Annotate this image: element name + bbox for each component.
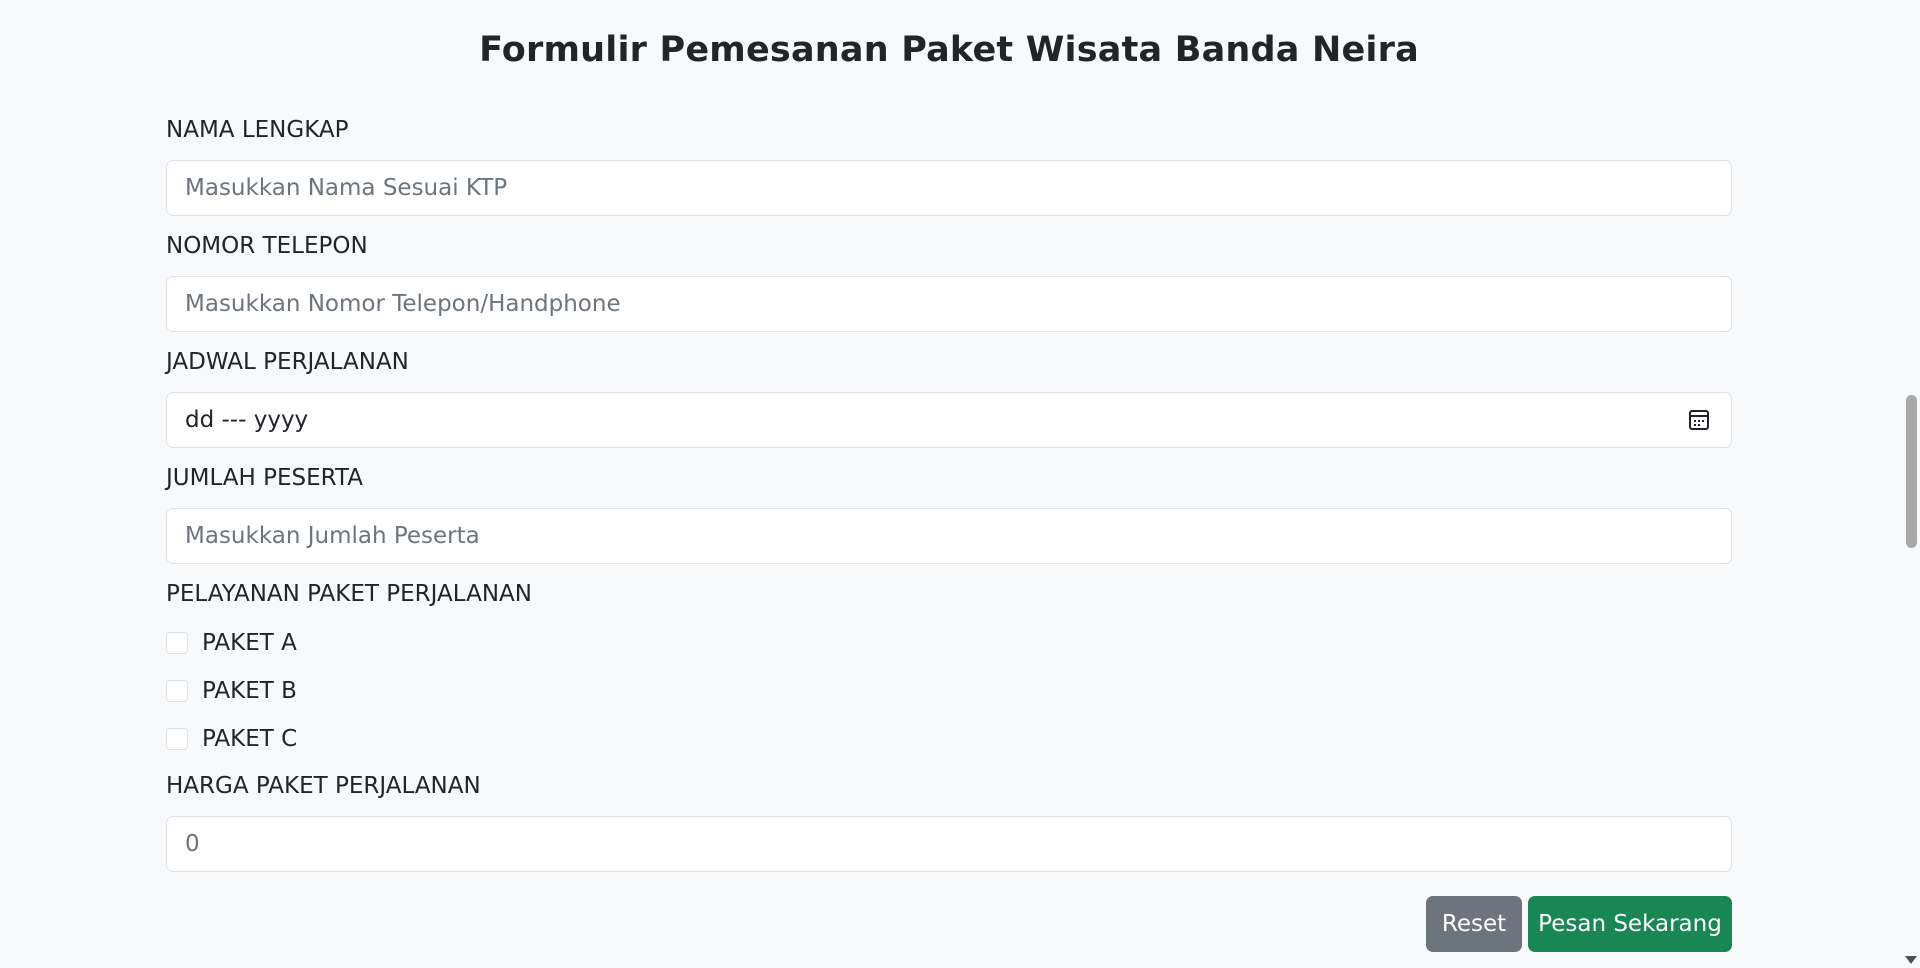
harga-label: HARGA PAKET PERJALANAN (166, 773, 481, 799)
calendar-icon[interactable] (1689, 410, 1709, 430)
scroll-down-arrow-icon[interactable] (1905, 956, 1917, 964)
paket-a-checkbox[interactable] (166, 632, 188, 654)
scrollbar-thumb[interactable] (1906, 395, 1917, 548)
peserta-placeholder: Masukkan Jumlah Peserta (185, 523, 480, 549)
jadwal-date-input[interactable]: dd --- yyyy (166, 392, 1732, 448)
paket-c-option[interactable]: PAKET C (166, 724, 297, 754)
peserta-input[interactable]: Masukkan Jumlah Peserta (166, 508, 1732, 564)
paket-c-label[interactable]: PAKET C (202, 726, 297, 752)
harga-input: 0 (166, 816, 1732, 872)
telepon-placeholder: Masukkan Nomor Telepon/Handphone (185, 291, 621, 317)
nama-label: NAMA LENGKAP (166, 117, 349, 143)
paket-b-option[interactable]: PAKET B (166, 676, 297, 706)
telepon-label: NOMOR TELEPON (166, 233, 368, 259)
paket-a-label[interactable]: PAKET A (202, 630, 297, 656)
paket-b-checkbox[interactable] (166, 680, 188, 702)
page: Formulir Pemesanan Paket Wisata Banda Ne… (0, 0, 1920, 968)
jadwal-value: dd --- yyyy (185, 407, 309, 433)
vertical-scrollbar[interactable] (1904, 0, 1920, 968)
paket-b-label[interactable]: PAKET B (202, 678, 297, 704)
pelayanan-label: PELAYANAN PAKET PERJALANAN (166, 581, 532, 607)
nama-placeholder: Masukkan Nama Sesuai KTP (185, 175, 508, 201)
pesan-sekarang-button[interactable]: Pesan Sekarang (1528, 896, 1732, 952)
jadwal-label: JADWAL PERJALANAN (166, 349, 409, 375)
paket-c-checkbox[interactable] (166, 728, 188, 750)
harga-value: 0 (185, 831, 200, 857)
telepon-input[interactable]: Masukkan Nomor Telepon/Handphone (166, 276, 1732, 332)
page-title: Formulir Pemesanan Paket Wisata Banda Ne… (479, 30, 1419, 70)
peserta-label: JUMLAH PESERTA (166, 465, 363, 491)
paket-a-option[interactable]: PAKET A (166, 628, 297, 658)
nama-input[interactable]: Masukkan Nama Sesuai KTP (166, 160, 1732, 216)
reset-button[interactable]: Reset (1426, 896, 1522, 952)
